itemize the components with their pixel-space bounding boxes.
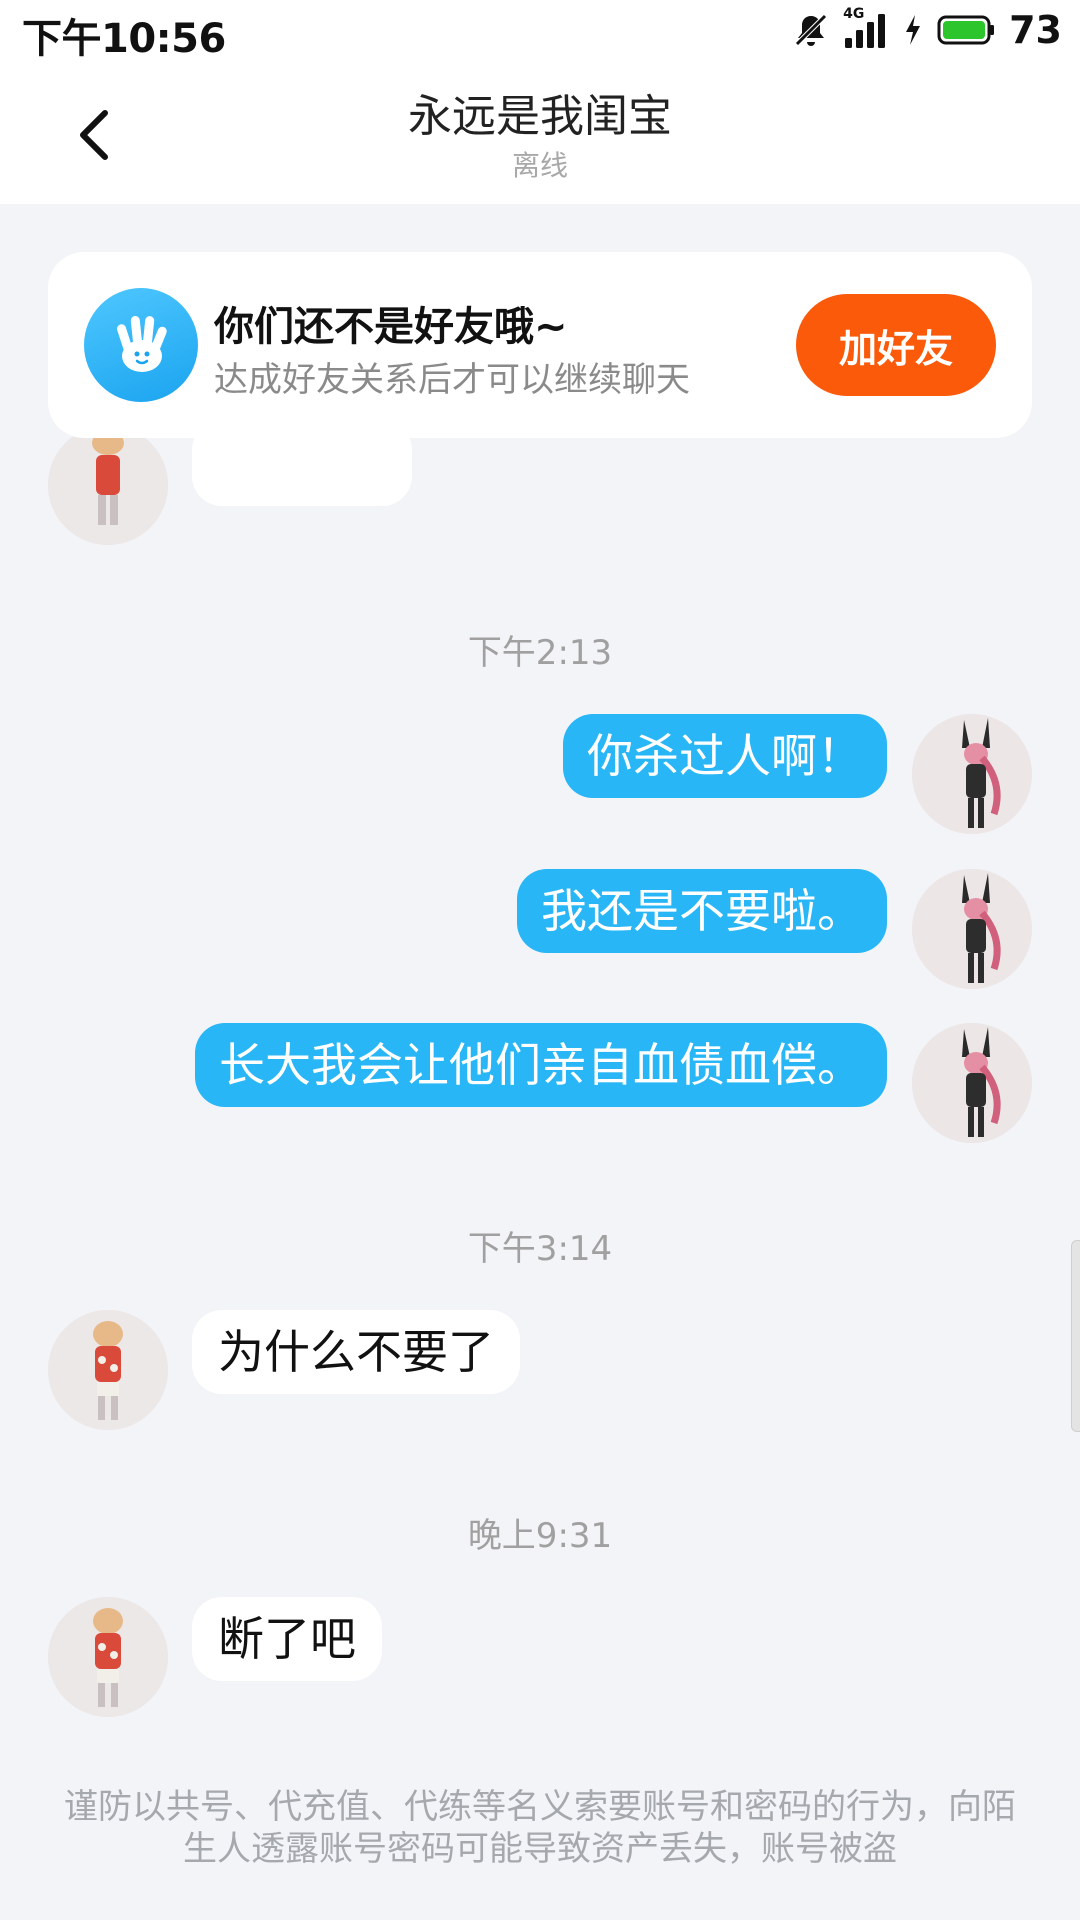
message-timestamp: 下午2:13 [467,633,613,673]
my-avatar[interactable] [912,1023,1032,1143]
contact-avatar[interactable] [48,1310,168,1430]
hand-wave-icon [84,288,198,402]
my-avatar[interactable] [912,869,1032,989]
message-bubble-outgoing[interactable]: 我还是不要啦。 [517,869,887,953]
message-bubble-incoming[interactable]: 为什么不要了 [192,1310,520,1394]
message-timestamp: 晚上9:31 [467,1516,613,1556]
contact-avatar[interactable] [48,1597,168,1717]
add-friend-button[interactable]: 加好友 [796,294,996,396]
message-timestamp: 下午3:14 [467,1229,613,1269]
chat-area: 你们还不是好友哦~ 达成好友关系后才可以继续聊天 加好友 下午2:13 你杀过人… [0,0,1080,1920]
my-avatar[interactable] [912,714,1032,834]
scroll-handle[interactable] [1071,1240,1080,1432]
friend-card-title: 你们还不是好友哦~ [214,304,568,350]
friend-request-card: 你们还不是好友哦~ 达成好友关系后才可以继续聊天 加好友 [48,252,1032,438]
security-warning: 谨防以共号、代充值、代练等名义索要账号和密码的行为，向陌生人透露账号密码可能导致… [64,1787,1016,1869]
message-bubble-outgoing[interactable]: 你杀过人啊！ [563,714,887,798]
message-bubble-outgoing[interactable]: 长大我会让他们亲自血债血偿。 [195,1023,887,1107]
message-bubble-incoming[interactable]: 断了吧 [192,1597,382,1681]
friend-card-description: 达成好友关系后才可以继续聊天 [214,360,690,400]
